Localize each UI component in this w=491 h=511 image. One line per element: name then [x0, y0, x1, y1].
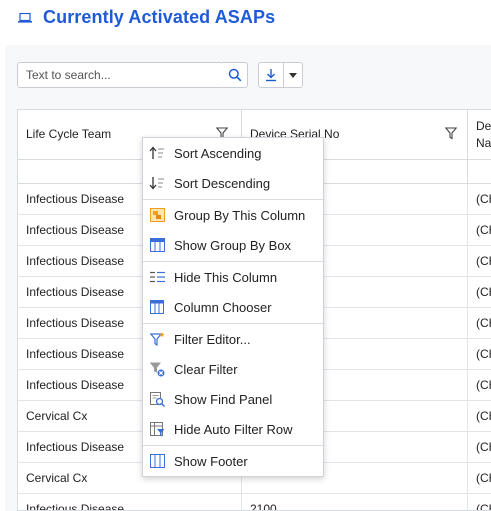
- menu-item-label: Sort Descending: [174, 175, 271, 191]
- menu-item-label: Hide This Column: [174, 269, 278, 285]
- sort-ascending-icon: [149, 146, 164, 159]
- export-dropdown-button[interactable]: [283, 62, 303, 88]
- page-header: Currently Activated ASAPs: [0, 0, 491, 40]
- caret-down-icon: [289, 72, 297, 78]
- clear-filter-icon: [149, 362, 164, 376]
- menu-item-sort-ascending[interactable]: Sort Ascending: [143, 138, 323, 168]
- search-input[interactable]: [18, 63, 222, 87]
- menu-item-hide-auto-filter-row[interactable]: Hide Auto Filter Row: [143, 414, 323, 444]
- column-header-label: Dev Nar: [476, 119, 491, 150]
- table-cell[interactable]: (CH: [468, 339, 491, 369]
- footer-icon: [149, 454, 165, 468]
- menu-item-show-find-panel[interactable]: Show Find Panel: [143, 384, 323, 414]
- column-chooser-icon: [150, 300, 164, 314]
- table-cell[interactable]: (CH: [468, 463, 491, 493]
- download-icon: [266, 69, 276, 82]
- menu-item-clear-filter[interactable]: Clear Filter: [143, 354, 323, 384]
- table-cell[interactable]: (CH: [468, 246, 491, 276]
- table-cell[interactable]: (CH: [468, 432, 491, 462]
- menu-item-label: Show Group By Box: [174, 237, 292, 253]
- table-cell[interactable]: (CH: [468, 494, 491, 510]
- export-button[interactable]: [258, 62, 284, 88]
- search-box: [17, 62, 223, 88]
- menu-item-filter-editor[interactable]: Filter Editor...: [143, 324, 323, 354]
- menu-item-label: Show Find Panel: [174, 391, 273, 407]
- table-cell[interactable]: Infectious Disease: [18, 494, 242, 510]
- menu-item-label: Group By This Column: [174, 207, 306, 223]
- table-cell[interactable]: (CH: [468, 184, 491, 214]
- menu-item-label: Column Chooser: [174, 299, 272, 315]
- menu-item-label: Hide Auto Filter Row: [174, 421, 293, 437]
- group-by-box-icon: [149, 238, 165, 252]
- table-cell[interactable]: (CH: [468, 401, 491, 431]
- laptop-icon: [18, 13, 32, 23]
- table-cell[interactable]: 2100: [242, 494, 468, 510]
- search-icon: [228, 68, 241, 82]
- filter-icon[interactable]: [445, 127, 457, 140]
- menu-item-show-group-by-box[interactable]: Show Group By Box: [143, 230, 323, 260]
- column-context-menu: Sort Ascending Sort Descending Group By …: [142, 137, 324, 477]
- menu-item-label: Filter Editor...: [174, 331, 251, 347]
- column-header-device-name[interactable]: Dev Nar: [468, 110, 491, 160]
- table-cell[interactable]: (CH: [468, 308, 491, 338]
- menu-item-sort-descending[interactable]: Sort Descending: [143, 168, 323, 198]
- menu-item-column-chooser[interactable]: Column Chooser: [143, 292, 323, 322]
- table-cell[interactable]: (CH: [468, 215, 491, 245]
- table-row[interactable]: Infectious Disease2100(CH: [18, 494, 491, 510]
- table-cell[interactable]: (CH: [468, 277, 491, 307]
- group-by-column-icon: [149, 208, 165, 222]
- page-title: Currently Activated ASAPs: [43, 7, 276, 27]
- column-header-label: Life Cycle Team: [26, 127, 112, 141]
- menu-item-label: Sort Ascending: [174, 145, 262, 161]
- filter-editor-icon: [149, 331, 164, 346]
- sort-descending-icon: [149, 177, 164, 190]
- menu-item-group-by-column[interactable]: Group By This Column: [143, 200, 323, 230]
- filter-cell[interactable]: [468, 160, 491, 183]
- menu-item-hide-column[interactable]: Hide This Column: [143, 262, 323, 292]
- menu-item-show-footer[interactable]: Show Footer: [143, 446, 323, 476]
- find-panel-icon: [149, 391, 165, 407]
- auto-filter-row-icon: [149, 421, 164, 436]
- search-button[interactable]: [222, 62, 248, 88]
- menu-item-label: Show Footer: [174, 453, 248, 469]
- menu-item-label: Clear Filter: [174, 361, 238, 377]
- hide-column-icon: [149, 271, 165, 283]
- table-cell[interactable]: (CH: [468, 370, 491, 400]
